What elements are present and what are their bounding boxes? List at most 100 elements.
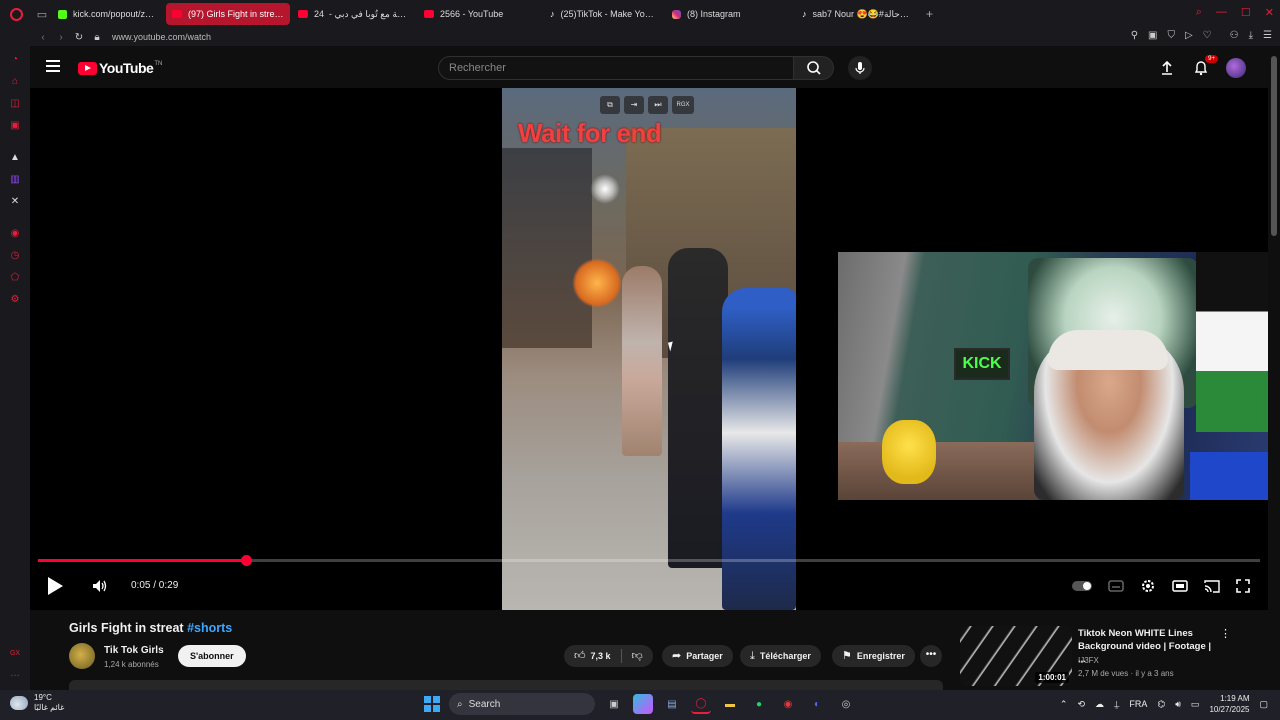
- progress-scrubber[interactable]: [240, 555, 252, 566]
- progress-bar[interactable]: [38, 555, 1260, 566]
- task-view-icon[interactable]: ▣: [604, 694, 624, 714]
- tray-overflow-icon[interactable]: ⌃: [1060, 699, 1068, 710]
- speaker-icon[interactable]: 🔊︎: [1175, 699, 1181, 710]
- copilot-icon[interactable]: [633, 694, 653, 714]
- page-scrollbar[interactable]: [1268, 46, 1280, 690]
- channel-name[interactable]: Tik Tok Girls: [104, 645, 164, 656]
- more-actions-button[interactable]: •••: [920, 645, 942, 667]
- tab-tiktok-sab7[interactable]: ♪ sab7 Nour 😍😂#حالة_حالة: [796, 3, 918, 25]
- upload-button[interactable]: [1158, 59, 1176, 77]
- search-input[interactable]: Rechercher: [438, 56, 794, 80]
- hashtag-link[interactable]: #shorts: [187, 621, 232, 635]
- kick-sidebar-icon[interactable]: ▲: [9, 152, 21, 164]
- system-clock[interactable]: 1:19 AM 10/27/2025: [1209, 693, 1249, 715]
- search-button[interactable]: [794, 56, 834, 80]
- forward-icon[interactable]: ›: [52, 32, 70, 43]
- subtitles-icon[interactable]: [1108, 580, 1124, 592]
- twitch-icon[interactable]: ▥: [9, 174, 21, 186]
- settings-gear-icon[interactable]: [1140, 578, 1156, 594]
- dislike-button[interactable]: 👎︎: [622, 645, 653, 667]
- input-language[interactable]: FRA: [1129, 699, 1147, 709]
- skip-icon[interactable]: ⏭: [648, 96, 668, 114]
- reload-icon[interactable]: ↻: [70, 32, 88, 43]
- player-sidebar-icon[interactable]: ▣: [9, 120, 21, 132]
- video-frame[interactable]: Wait for end ⧉ ⇥ ⏭ RGX: [502, 88, 796, 610]
- messenger-icon[interactable]: ◫: [9, 98, 21, 110]
- tab-instagram[interactable]: (8) Instagram: [666, 3, 794, 25]
- aria-icon[interactable]: ◔: [9, 54, 21, 66]
- player-icon[interactable]: ▷: [1185, 30, 1193, 41]
- recommendation-title[interactable]: Tiktok Neon WHITE Lines Background video…: [1078, 627, 1218, 666]
- opera-logo-icon[interactable]: [0, 0, 32, 28]
- chrome-icon[interactable]: ◎: [836, 694, 856, 714]
- theater-mode-icon[interactable]: [1172, 580, 1188, 592]
- spotify-icon[interactable]: ●: [749, 694, 769, 714]
- more-sidebar-icon[interactable]: …: [9, 668, 21, 680]
- shield-icon[interactable]: ⛉: [1167, 30, 1175, 41]
- notification-center-icon[interactable]: ▢: [1259, 699, 1268, 710]
- youtube-logo[interactable]: YouTube TN: [78, 60, 162, 76]
- recommendation-thumbnail[interactable]: 1:00:01: [960, 626, 1072, 686]
- file-explorer-icon[interactable]: ▬: [720, 694, 740, 714]
- account-avatar[interactable]: [1226, 58, 1246, 78]
- tab-kick[interactable]: kick.com/popout/zanoun: [52, 3, 164, 25]
- notifications-button[interactable]: 9+: [1192, 55, 1218, 77]
- gx-icon[interactable]: GX: [9, 648, 21, 660]
- enter-icon[interactable]: ⇥: [624, 96, 644, 114]
- cast-icon[interactable]: [1204, 579, 1220, 593]
- workspace-icon[interactable]: ⌂: [9, 76, 21, 88]
- x-icon[interactable]: ✕: [9, 196, 21, 208]
- volume-button[interactable]: [92, 579, 108, 593]
- share-button[interactable]: ➦ Partager: [662, 645, 733, 667]
- download-button[interactable]: ⤓ Télécharger: [740, 645, 821, 667]
- play-button[interactable]: [48, 577, 63, 595]
- autoplay-toggle[interactable]: [1072, 581, 1092, 591]
- recommendation-menu-icon[interactable]: ⋮: [1220, 627, 1231, 640]
- easy-setup-icon[interactable]: ☰: [1263, 30, 1272, 41]
- app-red-icon[interactable]: ◉: [778, 694, 798, 714]
- like-button[interactable]: 👍︎ 7,3 k: [564, 645, 621, 667]
- save-button[interactable]: ⚑ Enregistrer: [832, 645, 915, 667]
- extensions-icon[interactable]: ⬠: [9, 272, 21, 284]
- taskbar-search[interactable]: ⌕ Search: [449, 693, 595, 715]
- video-player[interactable]: Wait for end ⧉ ⇥ ⏭ RGX KICK 0:05 / 0:29: [30, 88, 1280, 610]
- rgx-button[interactable]: RGX: [672, 96, 694, 114]
- new-tab-icon[interactable]: +: [926, 7, 933, 21]
- close-icon[interactable]: ✕: [1265, 6, 1274, 19]
- tiktok-sidebar-icon[interactable]: ◉: [9, 228, 21, 240]
- network-icon[interactable]: ⌬: [1157, 699, 1165, 710]
- hamburger-menu-icon[interactable]: [46, 60, 60, 72]
- tray-app-icon[interactable]: ⟲: [1077, 699, 1085, 710]
- subscribe-button[interactable]: S'abonner: [178, 645, 246, 667]
- weather-widget[interactable]: 19°C غائم غالبًا: [10, 693, 64, 713]
- tab-tiktok[interactable]: ♪ (25)TikTok - Make Your D: [544, 3, 664, 25]
- discord-icon[interactable]: ◐: [807, 694, 827, 714]
- fullscreen-icon[interactable]: [1236, 579, 1250, 593]
- back-icon[interactable]: ‹: [34, 32, 52, 43]
- windows-start-icon[interactable]: [424, 696, 440, 712]
- voice-search-button[interactable]: [848, 56, 872, 80]
- pin-icon[interactable]: ⚲: [1131, 30, 1138, 41]
- tab-youtube-active[interactable]: (97) Girls Fight in streat #: [166, 3, 290, 25]
- description-box[interactable]: [69, 680, 943, 690]
- scrollbar-thumb[interactable]: [1271, 56, 1277, 236]
- battery-icon[interactable]: ▭: [1191, 699, 1200, 710]
- maximize-icon[interactable]: ☐: [1241, 6, 1251, 19]
- tab-islands-icon[interactable]: ▭: [32, 0, 52, 28]
- channel-avatar[interactable]: [69, 643, 95, 669]
- search-tabs-icon[interactable]: ⌕: [1196, 6, 1202, 19]
- url-field[interactable]: www.youtube.com/watch: [112, 32, 211, 42]
- tab-youtube-2566[interactable]: 2566 - YouTube: [418, 3, 542, 25]
- onedrive-icon[interactable]: ☁: [1095, 699, 1104, 710]
- profile-icon[interactable]: ⚇: [1230, 30, 1239, 41]
- download-icon[interactable]: ⤓: [1249, 30, 1253, 41]
- mic-tray-icon[interactable]: ⍊: [1114, 699, 1119, 710]
- recommendation-channel[interactable]: IJ3FX: [1078, 656, 1099, 665]
- settings-icon[interactable]: ⚙: [9, 294, 21, 306]
- popout-icon[interactable]: ⧉: [600, 96, 620, 114]
- history-icon[interactable]: ◷: [9, 250, 21, 262]
- store-icon[interactable]: ▤: [662, 694, 682, 714]
- heart-icon[interactable]: ♡: [1203, 30, 1212, 41]
- opera-gx-icon[interactable]: ◯: [691, 694, 711, 714]
- snapshot-icon[interactable]: ▣: [1148, 30, 1157, 41]
